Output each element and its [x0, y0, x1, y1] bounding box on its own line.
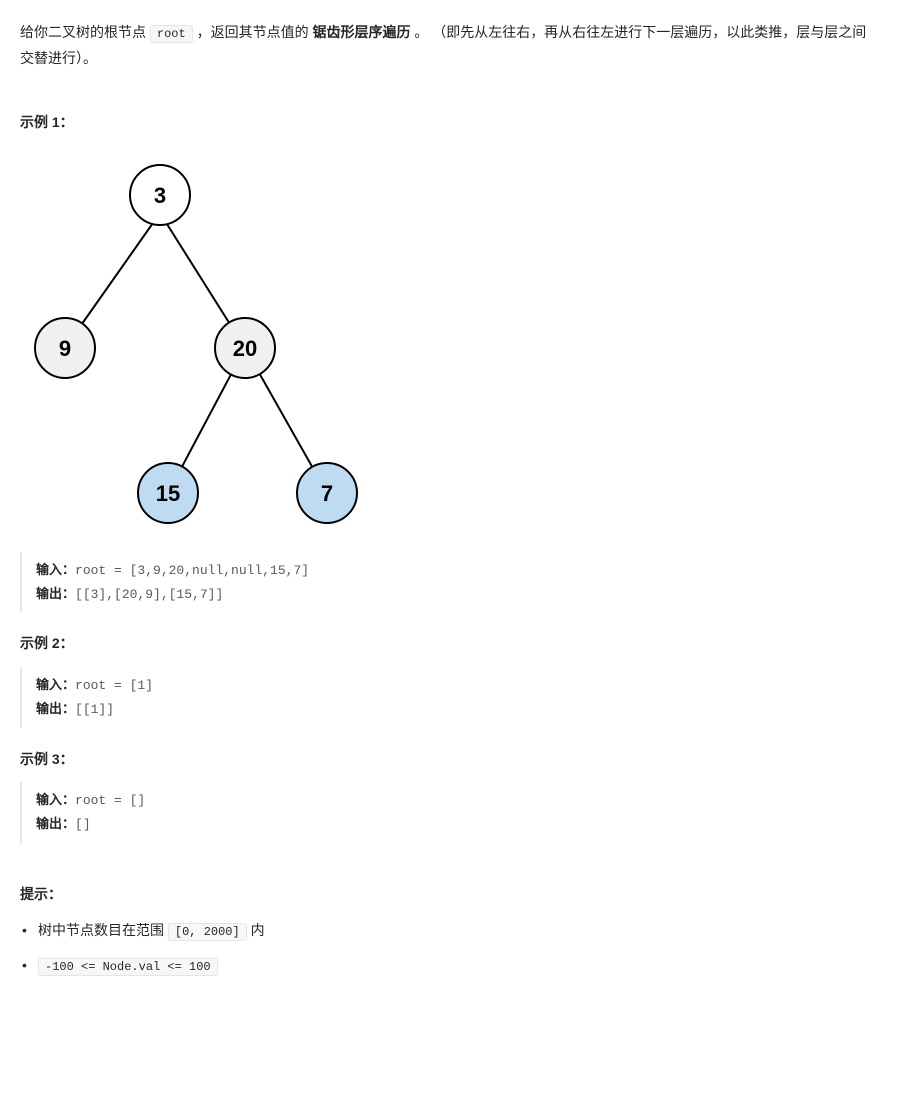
- tree-diagram: 3 9 20 15 7: [20, 153, 380, 533]
- constraint-code: [0, 2000]: [168, 923, 247, 941]
- input-label: 输入：: [36, 792, 75, 807]
- description-text: 给你二叉树的根节点 root ，返回其节点值的 锯齿形层序遍历 。 （即先从左往…: [20, 20, 880, 71]
- example-2-title: 示例 2：: [20, 632, 880, 654]
- output-label: 输出：: [36, 816, 75, 831]
- input-value: root = [1]: [75, 678, 153, 693]
- problem-description: 给你二叉树的根节点 root ，返回其节点值的 锯齿形层序遍历 。 （即先从左往…: [20, 20, 880, 71]
- output-label: 输出：: [36, 586, 75, 601]
- example-2-input: 输入：root = [1]: [36, 673, 880, 697]
- example-2-block: 输入：root = [1] 输出：[[1]]: [20, 667, 880, 728]
- example-3-title: 示例 3：: [20, 748, 880, 770]
- desc-text-mid: ，返回其节点值的: [193, 24, 313, 40]
- tree-node-20: 20: [233, 336, 257, 361]
- input-label: 输入：: [36, 562, 75, 577]
- desc-bold: 锯齿形层序遍历: [312, 24, 410, 40]
- constraint-text-pre: 树中节点数目在范围: [38, 922, 168, 938]
- example-3-output: 输出：[]: [36, 812, 880, 836]
- output-value: []: [75, 817, 91, 832]
- tree-node-9: 9: [59, 336, 71, 361]
- constraints-list: 树中节点数目在范围 [0, 2000] 内 -100 <= Node.val <…: [20, 919, 880, 977]
- constraint-text-post: 内: [247, 922, 265, 938]
- constraint-item: 树中节点数目在范围 [0, 2000] 内: [20, 919, 880, 942]
- input-value: root = []: [75, 793, 145, 808]
- constraints-title: 提示：: [20, 883, 880, 905]
- output-value: [[1]]: [75, 702, 114, 717]
- constraint-code: -100 <= Node.val <= 100: [38, 958, 218, 976]
- root-code: root: [150, 25, 193, 43]
- desc-text-pre: 给你二叉树的根节点: [20, 24, 150, 40]
- constraint-item: -100 <= Node.val <= 100: [20, 954, 880, 977]
- tree-node-15: 15: [156, 481, 180, 506]
- example-1-output: 输出：[[3],[20,9],[15,7]]: [36, 582, 880, 606]
- input-value: root = [3,9,20,null,null,15,7]: [75, 563, 309, 578]
- example-1-title: 示例 1：: [20, 111, 880, 133]
- tree-node-7: 7: [321, 481, 333, 506]
- example-3-input: 输入：root = []: [36, 788, 880, 812]
- tree-node-3: 3: [154, 183, 166, 208]
- example-3-block: 输入：root = [] 输出：[]: [20, 782, 880, 843]
- example-1-block: 输入：root = [3,9,20,null,null,15,7] 输出：[[3…: [20, 552, 880, 613]
- output-value: [[3],[20,9],[15,7]]: [75, 587, 223, 602]
- example-2-output: 输出：[[1]]: [36, 697, 880, 721]
- example-1-input: 输入：root = [3,9,20,null,null,15,7]: [36, 558, 880, 582]
- input-label: 输入：: [36, 677, 75, 692]
- output-label: 输出：: [36, 701, 75, 716]
